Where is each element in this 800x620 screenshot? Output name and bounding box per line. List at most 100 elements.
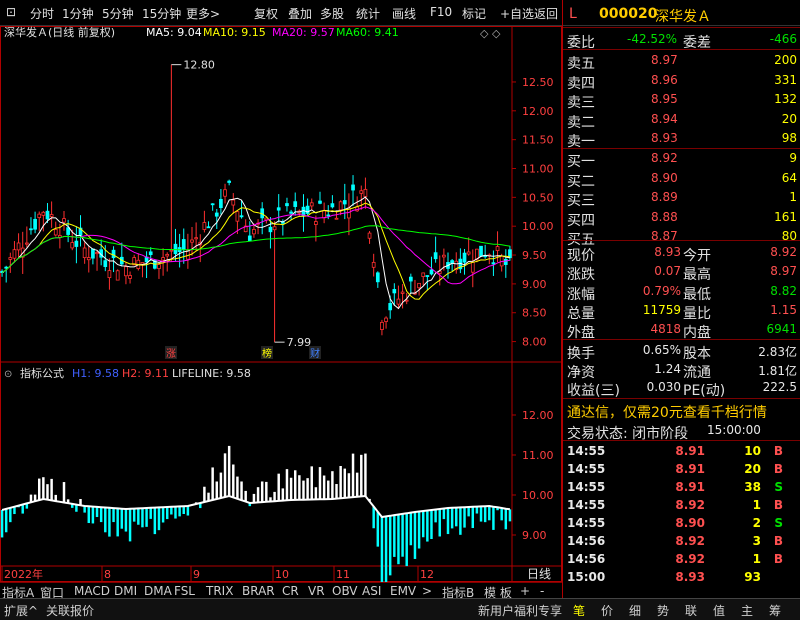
chevron-down-icon[interactable]: ⊙ — [4, 369, 12, 380]
candle-body — [111, 249, 116, 259]
indicator-tab-7[interactable]: BRAR — [242, 584, 275, 598]
ask-volume: 132 — [774, 92, 797, 107]
toolbar-item-6[interactable]: 叠加 — [288, 5, 312, 22]
ask-row[interactable]: 卖五 8.97 200 — [563, 51, 800, 72]
promo-row[interactable]: 通达信，仅需20元查看千档行情 — [563, 400, 800, 422]
quote-tab-4[interactable]: 联 — [685, 602, 697, 619]
indicator-tab-9[interactable]: VR — [308, 584, 325, 598]
candle-body — [380, 321, 384, 330]
tick-price: 8.92 — [675, 552, 705, 566]
bid-price: 8.90 — [651, 170, 678, 185]
ask-volume: 98 — [781, 131, 797, 146]
toolbar-item-8[interactable]: 统计 — [356, 5, 380, 22]
indicator-tab-5[interactable]: FSL — [174, 584, 195, 598]
x-axis-label: 11 — [336, 568, 350, 581]
candle-body — [210, 203, 215, 206]
toolbar-item-5[interactable]: 复权 — [254, 5, 278, 22]
indicator-tab-10[interactable]: OBV — [332, 584, 358, 598]
bid-row[interactable]: 买一 8.92 9 — [563, 149, 800, 170]
tick-row: 14:56 8.92 1 B — [563, 550, 800, 569]
stat-value: 8.92 — [770, 245, 797, 259]
toolbar-item-0[interactable]: 分时 — [30, 5, 54, 22]
tick-time: 14:55 — [567, 480, 606, 494]
indicator-tab-6[interactable]: TRIX — [206, 584, 233, 598]
candle-body — [293, 201, 298, 207]
candle-body — [12, 249, 17, 259]
fin-row: 收益(三) 0.030 PE(动) 222.5 — [563, 378, 800, 399]
indicator-tab-2[interactable]: MACD — [74, 584, 110, 598]
trade-status-time: 15:00:00 — [707, 423, 761, 437]
menu-icon[interactable]: ⊡ — [6, 5, 16, 19]
toolbar-item-3[interactable]: 15分钟 — [142, 5, 181, 22]
new-user-promo[interactable]: 新用户福利专享 — [478, 602, 562, 619]
candle-body — [400, 291, 405, 294]
ask-row[interactable]: 卖四 8.96 331 — [563, 71, 800, 92]
candle-body — [181, 239, 186, 250]
indicator-tab-17[interactable]: - — [540, 584, 544, 598]
ask-row[interactable]: 卖三 8.95 132 — [563, 90, 800, 111]
tick-direction: B — [773, 462, 783, 476]
quote-tab-3[interactable]: 势 — [657, 602, 669, 619]
tick-volume: 93 — [744, 570, 761, 584]
fin-value: 0.65% — [642, 343, 681, 357]
quote-tab-2[interactable]: 细 — [629, 602, 641, 619]
chart-settings-icon[interactable]: ◇ ◇ — [480, 27, 501, 40]
kline-chart-area[interactable]: 12.50 12.00 11.50 11.00 10.50 10.00 9.50 9.00 8.… — [0, 25, 562, 598]
indicator-tab-11[interactable]: ASI — [362, 584, 381, 598]
candle-body — [363, 188, 368, 197]
ask-volume: 20 — [781, 111, 797, 126]
x-axis-label: 9 — [193, 568, 200, 581]
indicator-tab-16[interactable]: + — [520, 584, 530, 598]
stat-row: 现价 8.93 今开 8.92 — [563, 243, 800, 264]
expand-button[interactable]: 扩展^ — [4, 602, 38, 619]
kline-chart-svg[interactable]: 12.50 12.00 11.50 11.00 10.50 10.00 9.50 9.00 8.… — [0, 25, 562, 589]
candle-body — [148, 251, 153, 256]
tick-price: 8.92 — [675, 498, 705, 512]
quote-tab-7[interactable]: 筹 — [769, 602, 781, 619]
ask-row[interactable]: 卖二 8.94 20 — [563, 110, 800, 131]
tick-price: 8.91 — [675, 444, 705, 458]
tick-time: 14:56 — [567, 534, 606, 548]
indicator-tab-8[interactable]: CR — [282, 584, 299, 598]
candle-body — [314, 221, 318, 225]
indicator-tab-3[interactable]: DMI — [114, 584, 137, 598]
event-marker: 榜 — [262, 347, 272, 360]
indicator-tab-4[interactable]: DMA — [144, 584, 172, 598]
quote-tab-1[interactable]: 价 — [601, 602, 613, 619]
bid-row[interactable]: 买三 8.89 1 — [563, 188, 800, 209]
related-quote-button[interactable]: 关联报价 — [46, 602, 94, 619]
toolbar-item-13[interactable]: 返回 — [534, 5, 558, 22]
indicator-tick-label: 9.00 — [522, 529, 547, 542]
quote-tab-5[interactable]: 值 — [713, 602, 725, 619]
x-axis-label: 10 — [275, 568, 289, 581]
bid-row[interactable]: 买四 8.88 161 — [563, 208, 800, 229]
toolbar-item-1[interactable]: 1分钟 — [62, 5, 94, 22]
candle-body — [425, 275, 430, 277]
bid-row[interactable]: 买二 8.90 64 — [563, 169, 800, 190]
candle-body — [318, 200, 322, 204]
candle-body — [8, 257, 13, 260]
indicator-tab-12[interactable]: EMV — [390, 584, 416, 598]
bid-volume: 161 — [774, 209, 797, 224]
ask-row[interactable]: 卖一 8.93 98 — [563, 129, 800, 150]
bottom-status-bar: 扩展^ 关联报价 新用户福利专享笔价细势联值主筹 — [0, 598, 800, 620]
chart-frame — [0, 26, 562, 582]
toolbar-item-4[interactable]: 更多> — [186, 5, 220, 22]
toolbar-item-9[interactable]: 画线 — [392, 5, 416, 22]
toolbar-item-11[interactable]: 标记 — [462, 5, 486, 22]
indicator-tab-13[interactable]: > — [422, 584, 432, 598]
toolbar-item-2[interactable]: 5分钟 — [102, 5, 134, 22]
toolbar-item-12[interactable]: +自选 — [500, 5, 534, 22]
tick-direction: B — [773, 498, 783, 512]
divider — [563, 339, 800, 340]
x-axis-label: 8 — [104, 568, 111, 581]
quote-tab-0[interactable]: 笔 — [573, 602, 585, 619]
tick-price: 8.90 — [675, 516, 705, 530]
toolbar-item-10[interactable]: F10 — [430, 5, 452, 19]
promo-text[interactable]: 通达信，仅需20元查看千档行情 — [567, 402, 767, 422]
quote-tab-6[interactable]: 主 — [741, 602, 753, 619]
stat-row: 外盘 4818 内盘 6941 — [563, 320, 800, 341]
toolbar-item-7[interactable]: 多股 — [320, 5, 344, 22]
divider — [563, 27, 800, 28]
indicator-lifeline: LIFELINE: 9.58 — [172, 367, 251, 380]
